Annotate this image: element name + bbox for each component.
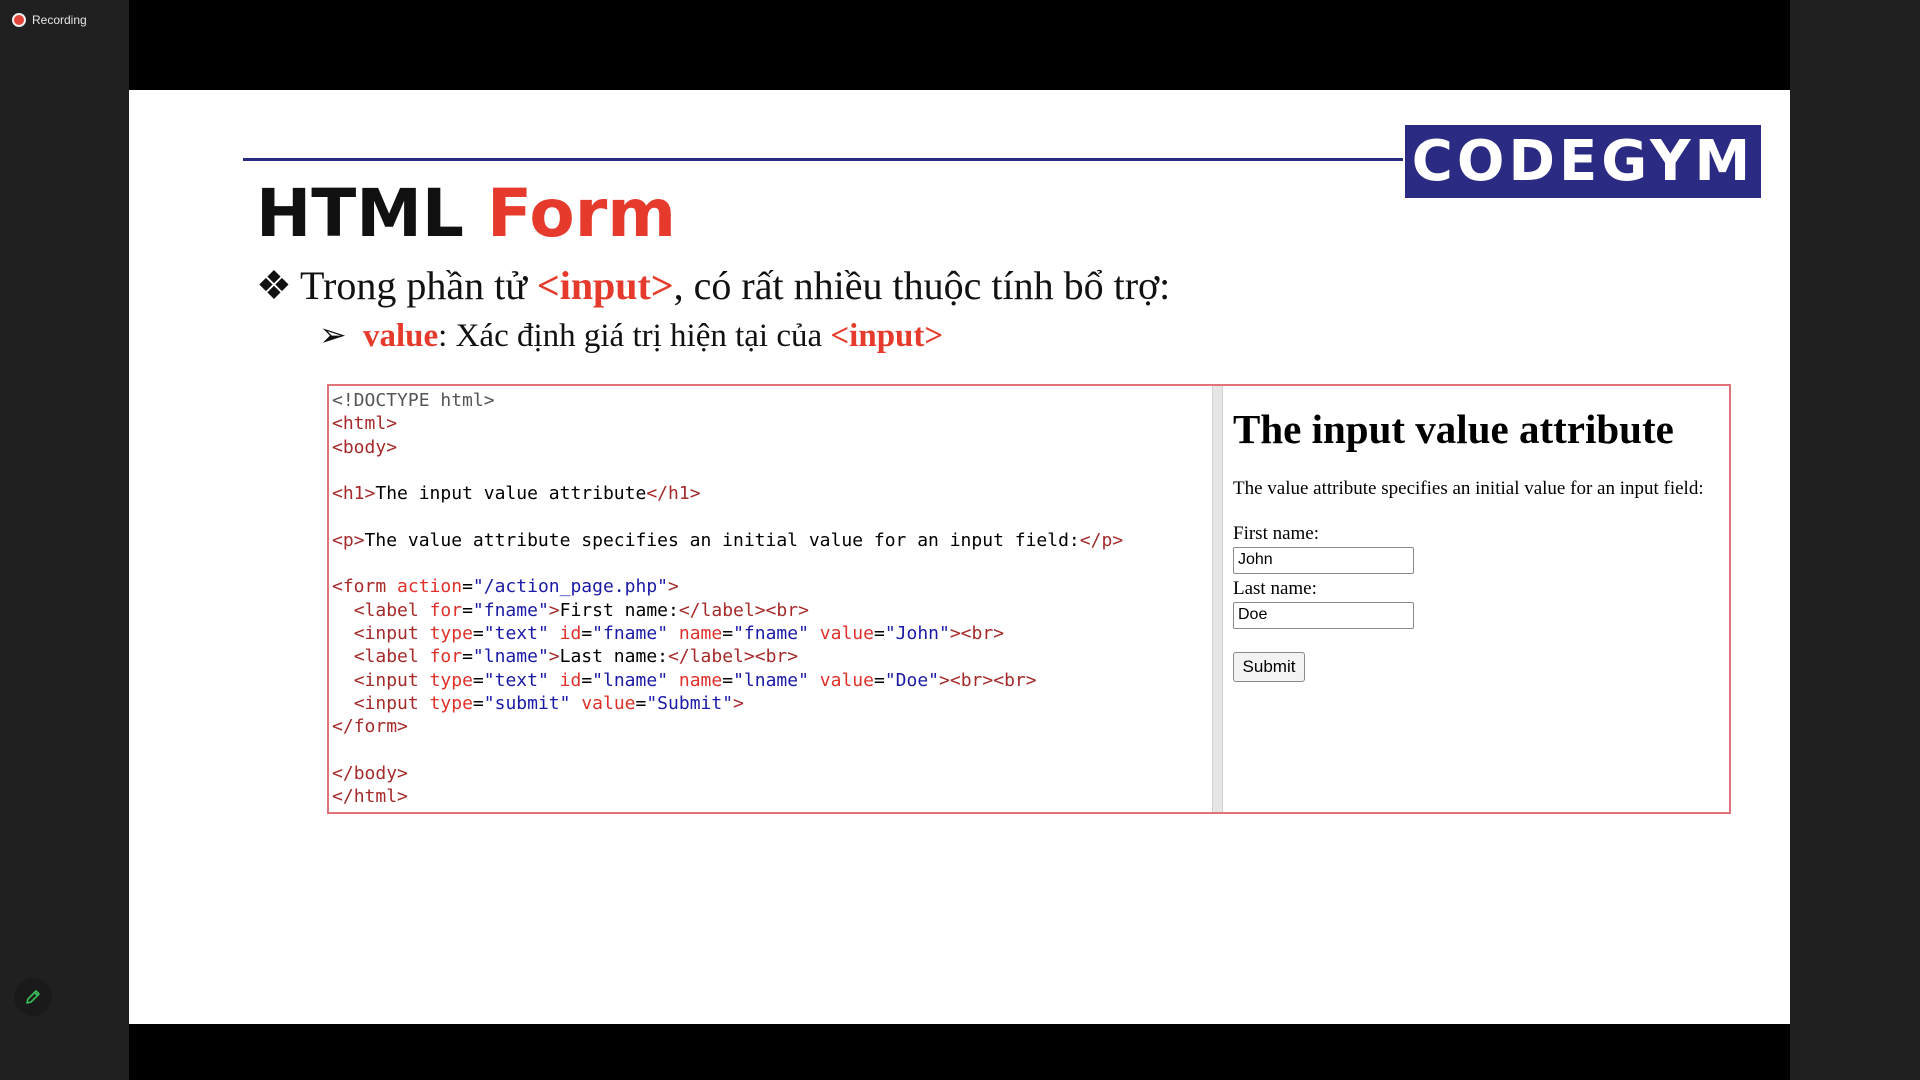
codegym-logo: CODEGYM [1405,125,1761,198]
annotate-pen-button[interactable] [14,978,52,1016]
panel-splitter[interactable] [1212,386,1223,812]
code-demo-panel: <!DOCTYPE html> <html> <body> <h1>The inpu… [327,384,1731,814]
slide-title: HTML Form [256,175,677,252]
result-paragraph: The value attribute specifies an initial… [1233,478,1704,500]
bullet-main: ❖ Trong phần tử <input>, có rất nhiều thu… [256,263,1171,308]
code-editor: <!DOCTYPE html> <html> <body> <h1>The inpu… [332,390,1124,808]
recording-indicator: Recording [12,11,87,29]
first-name-label: First name: [1233,523,1320,545]
presentation-slide: CODEGYM HTML Form ❖ Trong phần tử <input>… [129,90,1790,1024]
recording-label: Recording [32,13,87,27]
left-sidebar: Recording [0,0,129,1080]
letterbox-top [129,0,1790,90]
right-sidebar [1790,0,1920,1080]
record-icon [12,13,26,27]
letterbox-bottom [129,1024,1790,1080]
header-rule [243,158,1403,161]
last-name-label: Last name: [1233,578,1317,600]
last-name-input[interactable]: Doe [1233,602,1414,630]
pen-icon [26,990,40,1004]
rendered-result: The input value attribute The value attr… [1223,386,1729,812]
first-name-input[interactable]: John [1233,547,1414,575]
submit-button[interactable]: Submit [1233,652,1305,683]
result-heading: The input value attribute [1233,406,1674,452]
diamond-bullet-icon: ❖ [256,263,292,308]
bullet-sub: ➢ value: Xác định giá trị hiện tại của <i… [319,315,943,355]
arrow-bullet-icon: ➢ [319,318,347,354]
